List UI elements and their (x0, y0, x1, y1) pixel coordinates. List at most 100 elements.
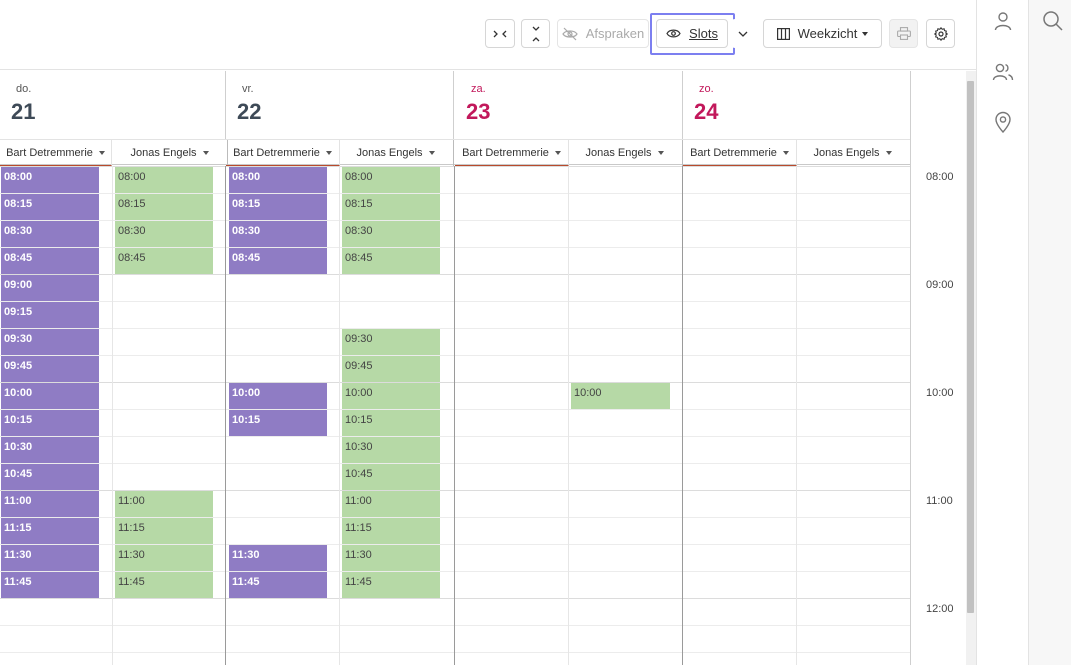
time-slot[interactable]: 11:00 (342, 491, 440, 517)
resource-header[interactable]: Jonas Engels (567, 140, 683, 166)
resource-name: Jonas Engels (813, 147, 880, 159)
gear-icon (933, 26, 948, 41)
time-slot[interactable]: 08:15 (115, 194, 213, 220)
time-slot[interactable]: 10:00 (342, 383, 440, 409)
time-slot[interactable]: 10:45 (342, 464, 440, 490)
resource-header[interactable]: Bart Detremmerie (0, 140, 112, 166)
appointments-toggle-button[interactable]: Afspraken (557, 19, 649, 48)
location-button[interactable] (991, 110, 1015, 134)
time-slot[interactable]: 08:45 (115, 248, 213, 274)
time-slot[interactable]: 08:00 (115, 167, 213, 193)
slots-dropdown-button[interactable] (731, 19, 755, 48)
resource-header[interactable]: Jonas Engels (795, 140, 911, 166)
scrollbar-thumb[interactable] (967, 81, 974, 613)
time-slot[interactable]: 09:45 (1, 356, 99, 382)
time-slot[interactable]: 08:45 (342, 248, 440, 274)
vertical-scrollbar[interactable] (966, 71, 976, 665)
time-slot[interactable]: 09:15 (1, 302, 99, 328)
eye-icon (666, 29, 681, 38)
search-button[interactable] (1042, 10, 1064, 37)
time-slot[interactable]: 08:45 (229, 248, 327, 274)
time-slot[interactable]: 10:00 (229, 383, 327, 409)
users-button[interactable] (991, 60, 1015, 84)
day-number: 21 (11, 99, 36, 124)
resource-header[interactable]: Jonas Engels (112, 140, 228, 166)
grid-row-line (0, 355, 910, 356)
time-slot[interactable]: 10:15 (1, 410, 99, 436)
time-slot[interactable]: 11:15 (115, 518, 213, 544)
grid-row-line (0, 625, 910, 626)
collapse-rows-button[interactable] (521, 19, 550, 48)
time-slot[interactable]: 11:00 (1, 491, 99, 517)
grid-column-line (796, 166, 797, 665)
day-name: do. (16, 83, 32, 95)
time-slot[interactable]: 10:00 (571, 383, 670, 409)
time-slot[interactable]: 11:30 (229, 545, 327, 571)
time-slot[interactable]: 11:30 (342, 545, 440, 571)
grid-column-line (568, 166, 569, 665)
time-slot[interactable]: 09:30 (342, 329, 440, 355)
time-slot[interactable]: 08:45 (1, 248, 99, 274)
time-slot[interactable]: 08:30 (342, 221, 440, 247)
caret-down-icon (202, 151, 209, 155)
time-slot[interactable]: 08:30 (229, 221, 327, 247)
time-slot[interactable]: 08:30 (115, 221, 213, 247)
caret-down-icon (428, 151, 435, 155)
time-slot[interactable]: 08:00 (342, 167, 440, 193)
settings-button[interactable] (926, 19, 955, 48)
columns-icon (776, 27, 790, 40)
time-slot[interactable]: 11:45 (342, 572, 440, 598)
resource-header[interactable]: Bart Detremmerie (683, 140, 797, 166)
time-slot[interactable]: 11:00 (115, 491, 213, 517)
time-slot[interactable]: 10:45 (1, 464, 99, 490)
time-slot[interactable]: 11:15 (342, 518, 440, 544)
time-axis: 08:00 09:00 10:00 11:00 12:00 (910, 71, 966, 665)
collapse-vertical-icon (532, 26, 539, 41)
time-slot[interactable]: 11:30 (1, 545, 99, 571)
toolbar: Afspraken Slots Weekzicht (0, 0, 976, 70)
user-button[interactable] (991, 9, 1015, 33)
time-slot[interactable]: 10:15 (229, 410, 327, 436)
time-slot[interactable]: 08:00 (229, 167, 327, 193)
grid-row-line (0, 274, 910, 275)
caret-down-icon (657, 151, 664, 155)
resource-header[interactable]: Bart Detremmerie (455, 140, 569, 166)
view-select-button[interactable]: Weekzicht (763, 19, 882, 48)
time-slot[interactable]: 09:45 (342, 356, 440, 382)
time-slot[interactable]: 08:30 (1, 221, 99, 247)
grid-row-line (0, 652, 910, 653)
time-grid: 08:00 08:15 08:30 08:45 09:00 09:15 09:30 09:45… (0, 166, 910, 665)
resource-header[interactable]: Jonas Engels (338, 140, 454, 166)
grid-column-line (339, 166, 340, 665)
collapse-horizontal-icon (493, 30, 507, 37)
day-header: do. 21 (0, 71, 226, 139)
caret-down-icon (554, 150, 561, 155)
time-slot[interactable]: 11:15 (1, 518, 99, 544)
day-number: 22 (237, 99, 262, 124)
time-slot[interactable]: 10:30 (342, 437, 440, 463)
time-slot[interactable]: 11:45 (229, 572, 327, 598)
users-icon (992, 63, 1014, 81)
time-slot[interactable]: 11:45 (1, 572, 99, 598)
time-slot[interactable]: 09:30 (1, 329, 99, 355)
resource-header[interactable]: Bart Detremmerie (226, 140, 340, 166)
grid-row-line (0, 436, 910, 437)
time-slot[interactable]: 10:00 (1, 383, 99, 409)
day-header: zo. 24 (683, 71, 911, 139)
time-slot[interactable]: 10:30 (1, 437, 99, 463)
time-slot[interactable]: 10:15 (342, 410, 440, 436)
time-slot[interactable]: 11:30 (115, 545, 213, 571)
time-slot[interactable]: 09:00 (1, 275, 99, 301)
day-divider (454, 166, 455, 665)
time-slot[interactable]: 11:45 (115, 572, 213, 598)
time-slot[interactable]: 08:00 (1, 167, 99, 193)
print-button[interactable] (889, 19, 918, 48)
time-slot[interactable]: 08:15 (1, 194, 99, 220)
time-slot[interactable]: 08:15 (342, 194, 440, 220)
time-label: 09:00 (926, 279, 954, 291)
caret-down-icon (782, 150, 789, 155)
collapse-columns-button[interactable] (485, 19, 515, 48)
eye-off-icon (562, 27, 578, 40)
time-slot[interactable]: 08:15 (229, 194, 327, 220)
slots-toggle-button[interactable]: Slots (656, 19, 728, 48)
